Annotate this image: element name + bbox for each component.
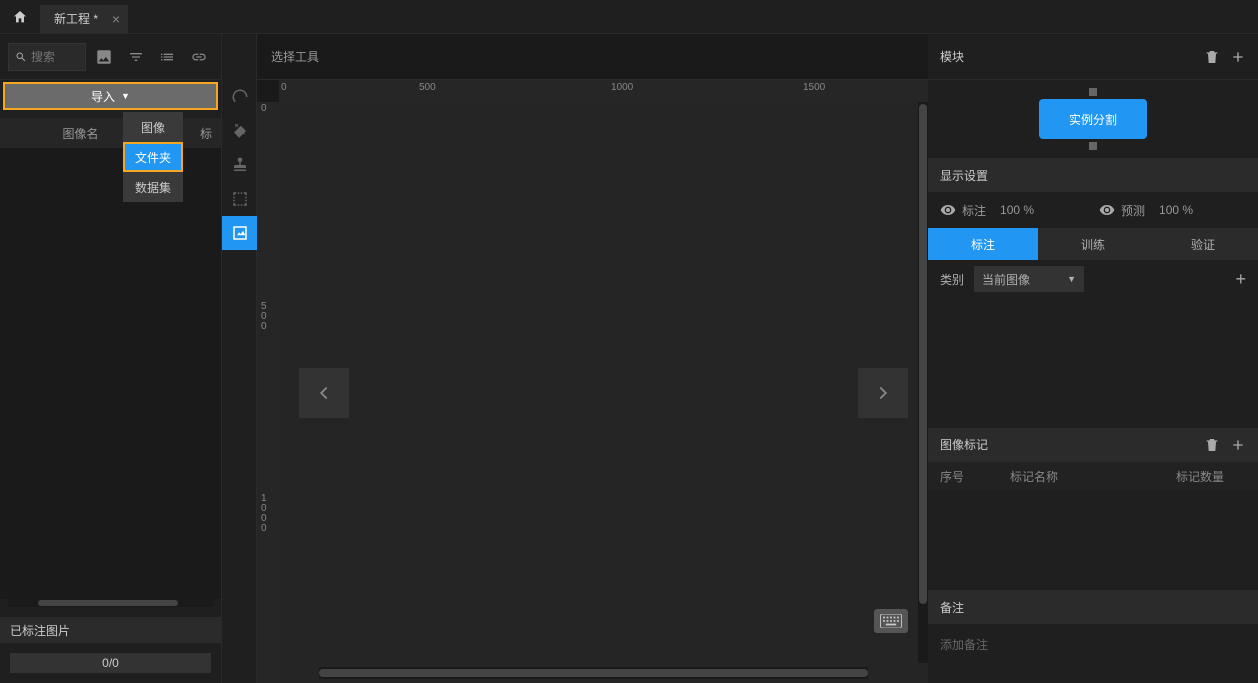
module-panel-header: 模块 <box>928 34 1258 80</box>
labeled-section-title: 已标注图片 <box>0 617 221 643</box>
col-label: 标 <box>191 125 221 142</box>
tab-label: 新工程 * <box>54 10 98 27</box>
vis-label-pct: 100 % <box>1000 203 1034 217</box>
link-icon[interactable] <box>185 43 213 71</box>
list-icon[interactable] <box>154 43 182 71</box>
marks-title: 图像标记 <box>940 436 988 453</box>
canvas-viewport[interactable] <box>279 102 928 683</box>
tool-stamp[interactable] <box>222 148 258 182</box>
tab-train[interactable]: 训练 <box>1038 228 1148 260</box>
close-icon[interactable]: × <box>112 11 120 27</box>
home-button[interactable] <box>0 0 40 34</box>
image-list-header: 图像名 组 标 <box>0 118 221 148</box>
category-list-body <box>928 298 1258 428</box>
module-handle-bottom[interactable] <box>1089 142 1097 150</box>
tool-lasso[interactable] <box>222 80 258 114</box>
vis-predict-pct: 100 % <box>1159 203 1193 217</box>
notes-input[interactable]: 添加备注 <box>928 624 1258 683</box>
chevron-right-icon <box>872 382 894 404</box>
eye-icon[interactable] <box>1099 202 1115 218</box>
next-image-button[interactable] <box>858 368 908 418</box>
right-sidebar: 模块 实例分割 显示设置 标注 100 % 预测 100 % <box>928 34 1258 683</box>
display-settings-title: 显示设置 <box>928 158 1258 192</box>
category-dropdown[interactable]: 当前图像 ▼ <box>974 266 1084 292</box>
canvas-hscroll[interactable] <box>319 667 868 679</box>
chevron-down-icon: ▼ <box>121 91 130 101</box>
keyboard-icon[interactable] <box>874 609 908 633</box>
import-menu: 图像 文件夹 数据集 <box>123 112 183 202</box>
tool-magic-wand[interactable] <box>222 114 258 148</box>
vis-label-text: 标注 <box>962 202 986 219</box>
add-category-button[interactable]: + <box>1235 269 1246 290</box>
trash-icon[interactable] <box>1204 49 1220 65</box>
import-menu-folder[interactable]: 文件夹 <box>123 142 183 172</box>
tab-label[interactable]: 标注 <box>928 228 1038 260</box>
module-handle-top[interactable] <box>1089 88 1097 96</box>
filter-icon[interactable] <box>122 43 150 71</box>
tool-select[interactable] <box>222 216 258 250</box>
image-filter-icon[interactable] <box>90 43 118 71</box>
search-box[interactable] <box>8 43 86 71</box>
search-input[interactable] <box>31 50 79 64</box>
marks-columns: 序号 标记名称 标记数量 <box>928 462 1258 490</box>
notes-title: 备注 <box>928 590 1258 624</box>
vis-predict-text: 预测 <box>1121 202 1145 219</box>
canvas-vscroll[interactable] <box>918 102 928 663</box>
category-label: 类别 <box>940 271 964 288</box>
eye-icon[interactable] <box>940 202 956 218</box>
col-name: 标记名称 <box>1010 468 1176 485</box>
tab-verify[interactable]: 验证 <box>1148 228 1258 260</box>
import-label: 导入 <box>91 88 115 105</box>
search-icon <box>15 50 27 64</box>
project-tab[interactable]: 新工程 * × <box>40 5 128 33</box>
module-chip[interactable]: 实例分割 <box>1039 99 1147 139</box>
tool-strip <box>221 34 257 683</box>
plus-icon[interactable] <box>1230 49 1246 65</box>
import-button[interactable]: 导入 ▼ 图像 文件夹 数据集 <box>3 82 218 110</box>
ruler-horizontal: 0 500 1000 1500 <box>279 80 928 102</box>
col-index: 序号 <box>940 468 1010 485</box>
canvas-header: 选择工具 <box>257 34 928 80</box>
plus-icon[interactable] <box>1230 437 1246 453</box>
prev-image-button[interactable] <box>299 368 349 418</box>
col-count: 标记数量 <box>1176 468 1246 485</box>
list-hscroll[interactable] <box>8 599 213 607</box>
progress-bar: 0/0 <box>10 653 211 673</box>
chevron-down-icon: ▼ <box>1067 274 1076 284</box>
left-sidebar: 导入 ▼ 图像 文件夹 数据集 图像名 组 标 已标注图片 0/0 <box>0 34 221 683</box>
home-icon <box>12 9 28 25</box>
canvas-area: 选择工具 0 500 1000 1500 0 500 1000 <box>257 34 928 683</box>
import-menu-dataset[interactable]: 数据集 <box>123 172 183 202</box>
ruler-vertical: 0 500 1000 <box>257 102 279 683</box>
image-list-body <box>0 148 221 599</box>
tool-marquee[interactable] <box>222 182 258 216</box>
module-title: 模块 <box>940 48 964 65</box>
import-menu-image[interactable]: 图像 <box>123 112 183 142</box>
title-bar: 新工程 * × <box>0 0 1258 34</box>
chevron-left-icon <box>313 382 335 404</box>
trash-icon[interactable] <box>1204 437 1220 453</box>
marks-panel-header: 图像标记 <box>928 428 1258 462</box>
marks-list-body <box>928 490 1258 590</box>
